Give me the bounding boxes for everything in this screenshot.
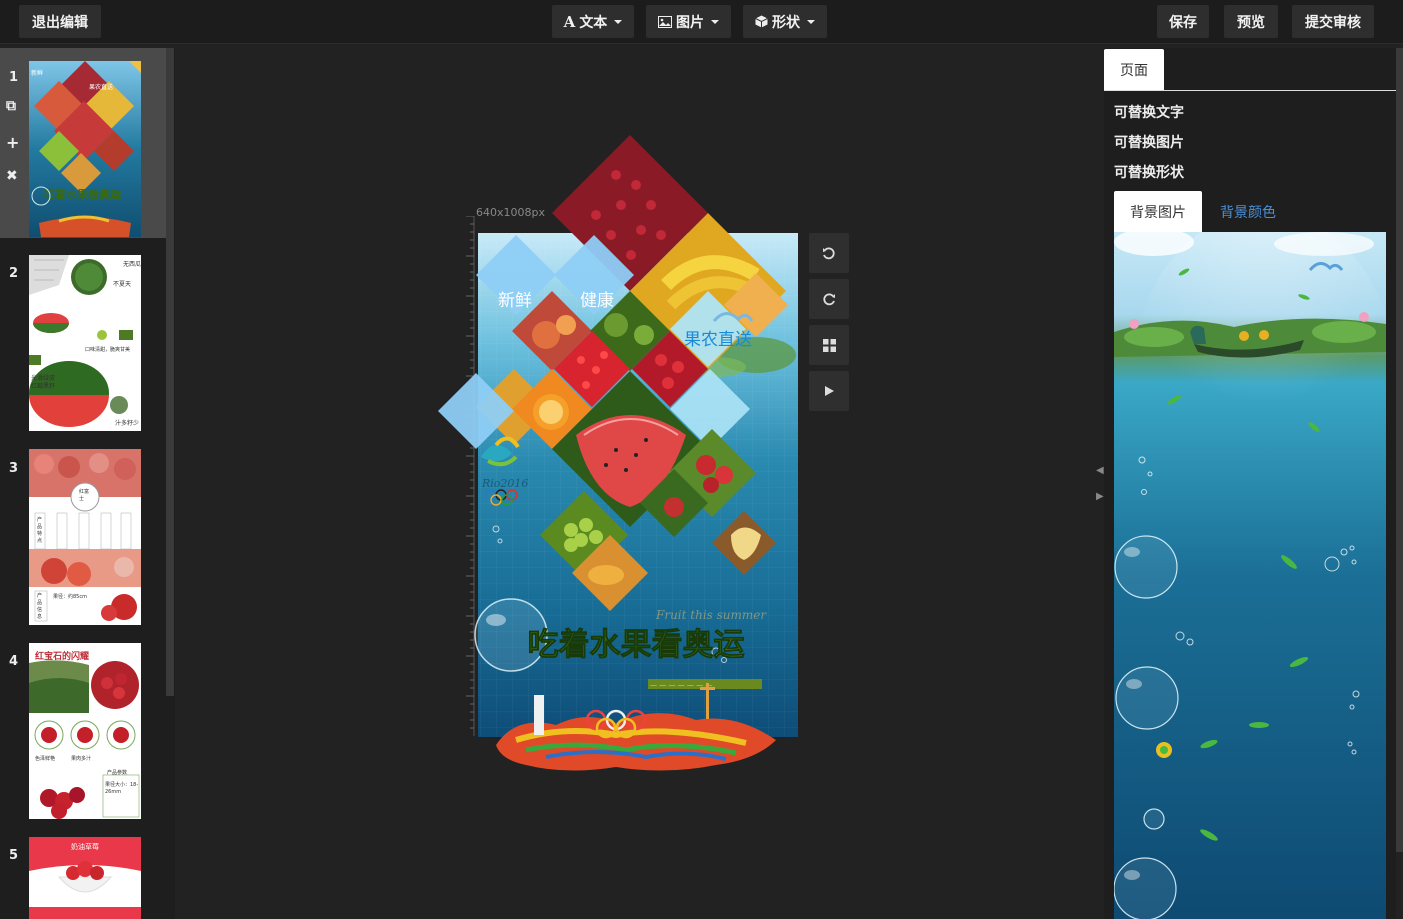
tab-background-color[interactable]: 背景颜色 [1212,191,1284,232]
thumbnail-text: 汁多籽少 [115,420,140,427]
svg-text:新鲜: 新鲜 [31,69,43,77]
thumbnail-row-5[interactable]: 5 奶油草莓 [0,827,166,919]
chevron-down-icon [807,19,815,24]
properties-scrollbar[interactable] [1396,48,1403,852]
submit-review-button[interactable]: 提交审核 [1292,5,1374,38]
grid-icon [822,338,836,352]
thumbnail-image: 吃着水果看奥运 新鲜 果农直送 [29,61,141,237]
expand-right-icon[interactable]: ▶ [1096,491,1104,502]
tab-background-image-label: 背景图片 [1130,204,1186,221]
exit-edit-button[interactable]: 退出编辑 [19,5,101,38]
health-label: 健康 [580,291,614,311]
rio-logo-text: Rio2016 [481,477,528,490]
thumbnail-image: 红宝石的闪耀 色泽鲜艳 果肉多汁 产品参数 果径大小：18-26mm [29,643,141,819]
cube-icon [755,15,768,28]
canvas-script-text: Fruit this summer [655,608,767,622]
close-icon[interactable]: ✖ [6,168,18,184]
play-icon [825,386,834,396]
undo-icon [823,247,835,260]
exit-edit-label: 退出编辑 [32,14,88,31]
copy-icon[interactable]: ⧉ [6,98,16,114]
add-icon[interactable]: + [6,133,19,152]
thumbnail-row-3[interactable]: 3 红富士 产品特点 果径：约85cm 产品信息 [0,437,166,632]
text-menu-label: 文本 [579,14,608,31]
svg-text:果农直送: 果农直送 [89,83,113,91]
preview-label: 预览 [1237,14,1265,31]
thumbnail-number: 2 [9,266,19,281]
save-button[interactable]: 保存 [1157,5,1209,38]
thumbnail-text: 无西瓜 [123,261,141,268]
thumbnail-number: 5 [9,848,19,863]
fresh-label: 新鲜 [498,291,532,311]
thumbnail-text: 产品信息 [37,593,43,620]
thumbnail-title: 红宝石的闪耀 [35,652,90,662]
thumbnail-text: 红富士 [79,489,90,502]
text-menu-button[interactable]: A 文本 [552,5,634,38]
shape-menu-button[interactable]: 形状 [743,5,827,38]
thumbnail-number: 1 [9,70,19,85]
tab-page[interactable]: 页面 [1104,49,1164,91]
thumbnail-text: 果径大小：18-26mm [105,782,139,795]
properties-scrollbar-track [1396,852,1403,919]
thumbnail-text: 产品参数 [107,770,128,776]
text-icon: A [563,12,576,31]
image-menu-label: 图片 [676,14,704,31]
thumbnail-image: 红富士 产品特点 果径：约85cm 产品信息 [29,449,141,625]
redo-icon [823,293,835,306]
shape-menu-label: 形状 [772,14,800,31]
replaceable-shape-link[interactable]: 可替换形状 [1114,162,1184,182]
chevron-down-icon [711,19,719,24]
thumbnail-text: 果肉多汁 [71,756,92,762]
tab-divider [1104,90,1396,91]
thumbnail-scrollbar[interactable] [166,48,174,696]
thumbnail-title: 奶油草莓 [71,843,99,851]
svg-text:吃着水果看奥运: 吃着水果看奥运 [44,187,121,201]
tab-background-color-label: 背景颜色 [1220,204,1276,221]
thumbnail-text: 不夏天 [113,281,132,288]
page-canvas-artwork: Rio2016 吃着水果看奥运 Fruit this summer — — — … [438,135,798,771]
tab-background-image[interactable]: 背景图片 [1114,191,1202,232]
thumbnail-row-1[interactable]: 1 ⧉ + ✖ 吃着水果看奥运 新鲜 果农直送 [0,48,166,238]
thumbnail-text: 红瓤黑籽 [31,383,56,390]
page-canvas[interactable]: Rio2016 吃着水果看奥运 Fruit this summer — — — … [438,135,798,771]
thumbnail-number: 4 [9,654,19,669]
thumbnail-image: 奶油草莓 [29,837,141,919]
thumbnail-text: 果径：约85cm [53,594,87,600]
undo-button[interactable] [809,233,849,273]
redo-button[interactable] [809,279,849,319]
thumbnail-number: 3 [9,461,19,476]
thumbnail-row-2[interactable]: 2 无西瓜 不夏天 口味清甜，脆爽甘美 光滑绿皮 红瓤黑籽 汁多籽少 [0,242,166,437]
direct-from-farmer-label: 果农直送 [684,330,752,350]
replaceable-text-link[interactable]: 可替换文字 [1114,102,1184,122]
thumbnail-text: 口味清甜，脆爽甘美 [85,347,131,353]
image-icon [658,15,672,28]
collapse-left-icon[interactable]: ◀ [1096,465,1104,476]
thumbnail-text: 产品特点 [37,517,43,544]
top-toolbar: 退出编辑 A 文本 图片 形状 保存 预览 提交审核 [0,0,1403,44]
image-menu-button[interactable]: 图片 [646,5,731,38]
background-image-preview[interactable] [1114,232,1386,919]
submit-review-label: 提交审核 [1305,14,1361,31]
play-button[interactable] [809,371,849,411]
preview-button[interactable]: 预览 [1224,5,1278,38]
tab-page-label: 页面 [1120,63,1148,79]
grid-button[interactable] [809,325,849,365]
thumbnail-row-4[interactable]: 4 红宝石的闪耀 色泽鲜艳 果肉多汁 产品参数 果径大小：18-26mm [0,632,166,827]
save-label: 保存 [1169,14,1197,31]
chevron-down-icon [614,19,623,24]
thumbnail-text: 色泽鲜艳 [35,756,56,762]
thumbnail-image: 无西瓜 不夏天 口味清甜，脆爽甘美 光滑绿皮 红瓤黑籽 汁多籽少 [29,255,141,431]
canvas-title: 吃着水果看奥运 [528,627,745,663]
replaceable-image-link[interactable]: 可替换图片 [1114,132,1184,152]
